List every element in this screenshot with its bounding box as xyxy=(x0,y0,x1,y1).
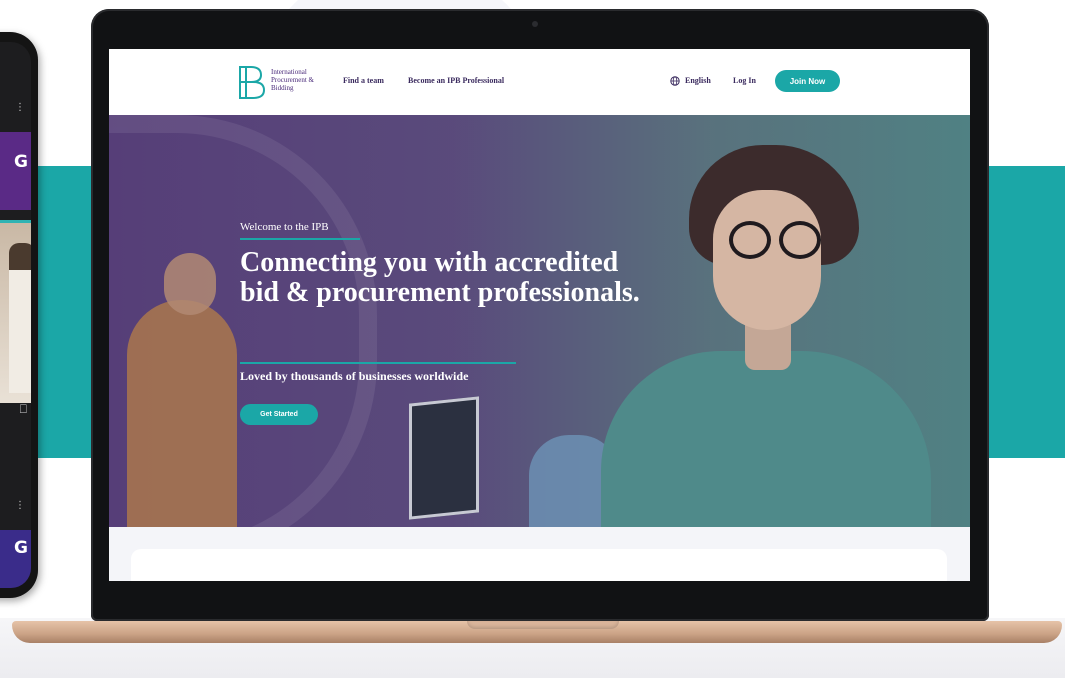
content-card xyxy=(131,549,947,581)
hero-person-left-head xyxy=(164,253,216,315)
kebab-menu-icon: ⋮ xyxy=(15,500,25,511)
phone-photo xyxy=(0,220,31,403)
bookmark-icon: ⎕ xyxy=(19,402,27,416)
nav-find-team[interactable]: Find a team xyxy=(343,76,384,85)
phone-purple-banner: G xyxy=(0,132,31,210)
phone-letter-glyph: G xyxy=(14,538,28,558)
kebab-menu-icon: ⋮ xyxy=(15,102,25,113)
join-now-button[interactable]: Join Now xyxy=(775,70,840,92)
hero-eyebrow: Welcome to the IPB xyxy=(240,221,329,233)
hero-subheading: Loved by thousands of businesses worldwi… xyxy=(240,369,469,383)
hero-heading: Connecting you with accredited bid & pro… xyxy=(240,247,640,308)
hero-woman-body xyxy=(601,351,931,527)
camera-icon xyxy=(532,21,538,27)
nav-become-pro[interactable]: Become an IPB Professional xyxy=(408,76,504,85)
top-navbar: International Procurement & Bidding Find… xyxy=(109,49,970,115)
hero-section: Welcome to the IPB Connecting you with a… xyxy=(109,115,970,527)
hero-person-left xyxy=(127,300,237,527)
ipb-logo-icon[interactable] xyxy=(237,64,267,100)
logo-wordmark[interactable]: International Procurement & Bidding xyxy=(271,68,331,92)
phone-purple-banner-2: G xyxy=(0,530,31,588)
laptop-notch xyxy=(467,621,619,629)
get-started-button[interactable]: Get Started xyxy=(240,404,318,425)
eyebrow-underline xyxy=(240,238,360,240)
laptop-screen: International Procurement & Bidding Find… xyxy=(109,49,970,581)
login-link[interactable]: Log In xyxy=(733,76,756,85)
phone-mockup: ⋮ G ⎕ ⋮ G xyxy=(0,32,38,598)
heading-underline xyxy=(240,362,516,364)
language-selector[interactable]: English xyxy=(685,76,711,85)
glasses-icon xyxy=(729,221,771,259)
globe-icon[interactable] xyxy=(670,76,680,86)
hero-woman-face xyxy=(713,190,821,330)
hero-monitor xyxy=(409,396,479,520)
phone-screen: ⋮ G ⎕ ⋮ G xyxy=(0,42,31,588)
phone-letter-glyph: G xyxy=(14,152,28,172)
phone-person-image xyxy=(9,243,31,393)
glasses-icon xyxy=(779,221,821,259)
